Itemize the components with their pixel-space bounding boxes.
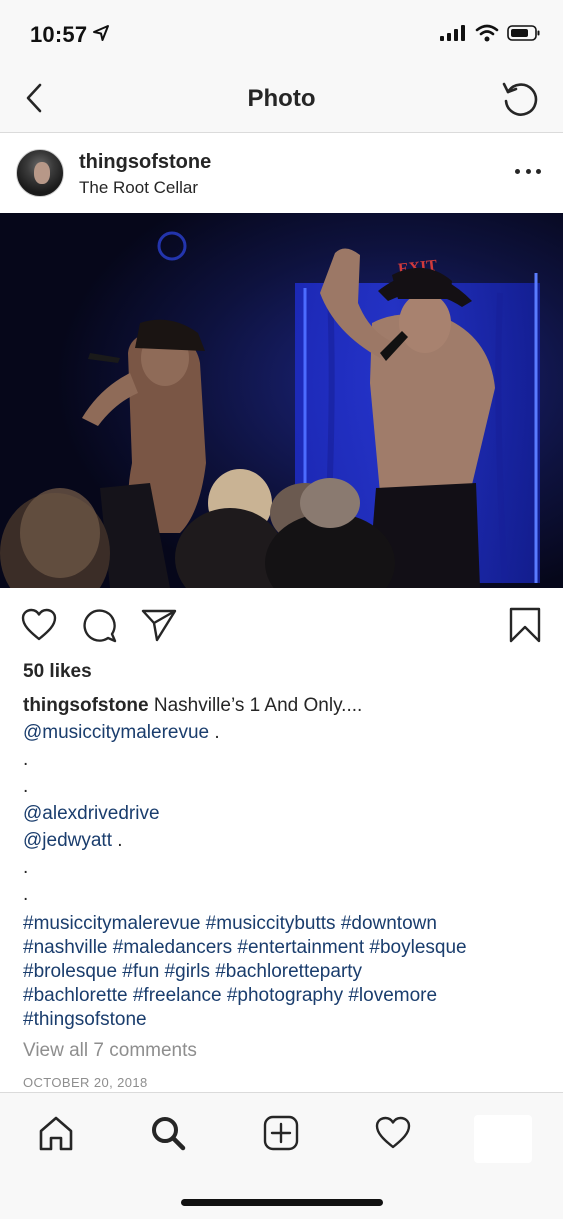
post-actions <box>0 588 563 658</box>
more-options-button[interactable] <box>515 161 541 181</box>
signal-icon <box>440 25 465 41</box>
status-icons <box>439 24 541 42</box>
location-arrow-icon <box>93 25 109 41</box>
stage-illustration: EXIT <box>0 213 563 588</box>
tab-new-post[interactable] <box>259 1111 303 1155</box>
home-indicator[interactable] <box>181 1199 383 1206</box>
activity-heart-icon <box>375 1116 411 1149</box>
post-caption: thingsofstone Nashville’s 1 And Only....… <box>23 694 543 1032</box>
caption-dot: . <box>23 776 29 797</box>
page-title: Photo <box>247 85 316 112</box>
mention-link[interactable]: @jedwyatt <box>23 830 112 851</box>
status-time: 10:57 <box>30 22 88 47</box>
heart-icon <box>21 608 57 641</box>
hashtag-line[interactable]: #musiccitymalerevue #musiccitybutts #dow… <box>23 912 543 936</box>
tab-home[interactable] <box>34 1111 78 1155</box>
caption-dot: . <box>23 884 29 905</box>
add-post-icon <box>263 1115 299 1151</box>
share-button[interactable] <box>140 606 178 644</box>
more-dot-icon <box>536 168 541 174</box>
nav-bar: Photo <box>0 66 563 133</box>
send-icon <box>141 609 177 642</box>
bookmark-icon <box>509 607 541 643</box>
like-button[interactable] <box>20 606 58 644</box>
caption-suffix: . <box>209 722 220 743</box>
hashtag-line[interactable]: #bachlorette #freelance #photography #lo… <box>23 984 543 1008</box>
more-dot-icon <box>525 168 531 174</box>
caption-first-line: thingsofstone Nashville’s 1 And Only.... <box>23 694 543 721</box>
post-username[interactable]: thingsofstone <box>79 151 211 174</box>
wifi-icon <box>475 24 499 42</box>
tab-profile[interactable] <box>474 1115 532 1163</box>
post-header: thingsofstone The Root Cellar <box>0 133 563 213</box>
caption-line: @alexdrivedrive <box>23 802 543 829</box>
view-comments-link[interactable]: View all 7 comments <box>23 1040 197 1062</box>
avatar[interactable] <box>16 149 64 197</box>
likes-count[interactable]: 50 likes <box>23 661 92 683</box>
refresh-icon <box>502 82 538 116</box>
save-button[interactable] <box>506 606 544 644</box>
hashtag-line[interactable]: #nashville #maledancers #entertainment #… <box>23 936 543 960</box>
caption-suffix: . <box>112 830 123 851</box>
mention-link[interactable]: @alexdrivedrive <box>23 803 160 824</box>
hashtags: #musiccitymalerevue #musiccitybutts #dow… <box>23 912 543 1032</box>
post-location[interactable]: The Root Cellar <box>79 178 198 198</box>
avatar-face <box>34 162 50 184</box>
tab-search[interactable] <box>146 1111 190 1155</box>
hashtag-line[interactable]: #brolesque #fun #girls #bachloretteparty <box>23 960 543 984</box>
tab-activity[interactable] <box>371 1111 415 1155</box>
comment-icon <box>83 609 117 643</box>
caption-username[interactable]: thingsofstone <box>23 695 149 716</box>
post-date: OCTOBER 20, 2018 <box>23 1075 148 1090</box>
caption-dot: . <box>23 749 29 770</box>
battery-icon <box>507 25 540 41</box>
comment-button[interactable] <box>80 606 118 644</box>
post-photo[interactable]: EXIT <box>0 213 563 588</box>
search-icon <box>152 1117 186 1151</box>
hashtag-line[interactable]: #thingsofstone <box>23 1008 543 1032</box>
more-dot-icon <box>515 168 520 174</box>
caption-text: Nashville’s 1 And Only.... <box>148 695 363 716</box>
caption-line: @jedwyatt . <box>23 829 543 856</box>
refresh-button[interactable] <box>499 78 541 120</box>
mention-link[interactable]: @musiccitymalerevue <box>23 722 209 743</box>
caption-line: @musiccitymalerevue . <box>23 721 543 748</box>
caption-dot: . <box>23 857 29 878</box>
home-icon <box>39 1116 73 1151</box>
status-bar: 10:57 <box>0 0 563 66</box>
